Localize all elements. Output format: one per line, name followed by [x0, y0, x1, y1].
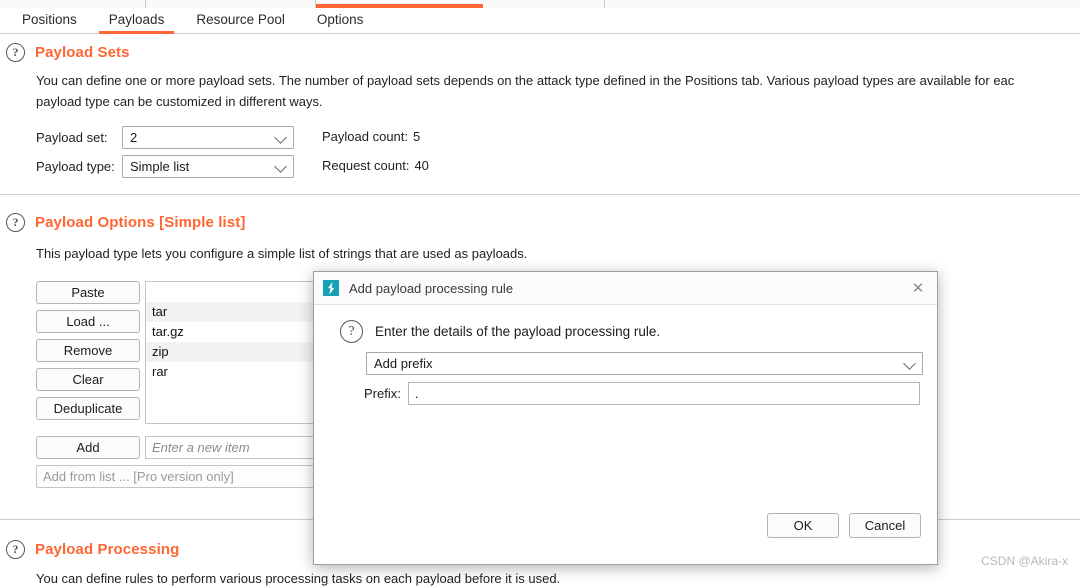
- chevron-down-icon: [903, 356, 916, 370]
- upper-tab-segment-4[interactable]: [483, 0, 605, 8]
- payload-sets-description-line-1: You can define one or more payload sets.…: [36, 73, 1015, 88]
- payload-options-title: Payload Options [Simple list]: [35, 214, 246, 231]
- prefix-input[interactable]: .: [407, 382, 920, 405]
- question-mark-icon[interactable]: ?: [6, 43, 25, 62]
- payload-set-row: Payload set: 2: [36, 126, 294, 149]
- add-button[interactable]: Add: [36, 436, 140, 459]
- payload-count-value: 5: [413, 129, 421, 144]
- dialog-title: Add payload processing rule: [349, 280, 514, 296]
- payload-sets-title: Payload Sets: [35, 44, 130, 61]
- tab-options[interactable]: Options: [301, 8, 380, 34]
- deduplicate-button[interactable]: Deduplicate: [36, 397, 140, 420]
- payload-set-select[interactable]: 2: [122, 126, 294, 149]
- payload-type-label: Payload type:: [36, 159, 115, 174]
- tab-resource-pool[interactable]: Resource Pool: [180, 8, 301, 34]
- tab-payloads[interactable]: Payloads: [93, 8, 181, 34]
- prefix-label: Prefix:: [364, 386, 401, 401]
- chevron-down-icon: [274, 130, 287, 144]
- request-count-row: Request count: 40: [322, 158, 429, 173]
- payload-processing-title: Payload Processing: [35, 541, 180, 558]
- watermark: CSDN @Akira-x: [981, 554, 1068, 568]
- request-count-value: 40: [414, 158, 429, 173]
- add-payload-processing-rule-dialog: Add payload processing rule ✕ ? Enter th…: [313, 271, 938, 565]
- tab-positions[interactable]: Positions: [6, 8, 93, 34]
- payload-sets-description: You can define one or more payload sets.…: [36, 72, 1080, 111]
- payload-sets-description-line-2: payload type can be customized in differ…: [36, 94, 323, 109]
- dialog-instruction-text: Enter the details of the payload process…: [375, 324, 661, 339]
- load-button[interactable]: Load ...: [36, 310, 140, 333]
- cancel-button[interactable]: Cancel: [849, 513, 921, 538]
- payload-processing-header: ? Payload Processing: [6, 540, 179, 559]
- dialog-instruction-row: ? Enter the details of the payload proce…: [340, 320, 660, 343]
- dialog-buttons: OK Cancel: [767, 513, 921, 538]
- close-icon[interactable]: ✕: [909, 280, 927, 298]
- question-mark-icon: ?: [340, 320, 363, 343]
- payload-type-value: Simple list: [130, 159, 190, 174]
- dialog-title-bar: Add payload processing rule ✕: [314, 272, 937, 305]
- rule-type-value: Add prefix: [374, 356, 433, 371]
- prefix-row: Prefix: .: [364, 382, 920, 405]
- ok-button[interactable]: OK: [767, 513, 839, 538]
- payload-processing-description: You can define rules to perform various …: [36, 571, 561, 586]
- payload-set-value: 2: [130, 130, 138, 145]
- request-count-label: Request count:: [322, 158, 410, 173]
- clear-button[interactable]: Clear: [36, 368, 140, 391]
- payload-type-select[interactable]: Simple list: [122, 155, 294, 178]
- payload-count-label: Payload count:: [322, 129, 409, 144]
- tab-bar: Positions Payloads Resource Pool Options: [0, 8, 1080, 34]
- payload-options-description: This payload type lets you configure a s…: [36, 246, 528, 261]
- section-divider-1: [0, 194, 1080, 195]
- paste-button[interactable]: Paste: [36, 281, 140, 304]
- rule-type-select[interactable]: Add prefix: [366, 352, 923, 375]
- chevron-down-icon: [274, 159, 287, 173]
- payload-set-label: Payload set:: [36, 130, 108, 145]
- question-mark-icon[interactable]: ?: [6, 213, 25, 232]
- burp-lightning-icon: [323, 280, 339, 296]
- remove-button[interactable]: Remove: [36, 339, 140, 362]
- payload-type-row: Payload type: Simple list: [36, 155, 294, 178]
- payload-count-row: Payload count: 5: [322, 129, 420, 144]
- question-mark-icon[interactable]: ?: [6, 540, 25, 559]
- payload-sets-header: ? Payload Sets: [6, 43, 1076, 62]
- payload-options-header: ? Payload Options [Simple list]: [6, 213, 245, 232]
- payload-list-action-buttons: Paste Load ... Remove Clear Deduplicate: [36, 281, 140, 426]
